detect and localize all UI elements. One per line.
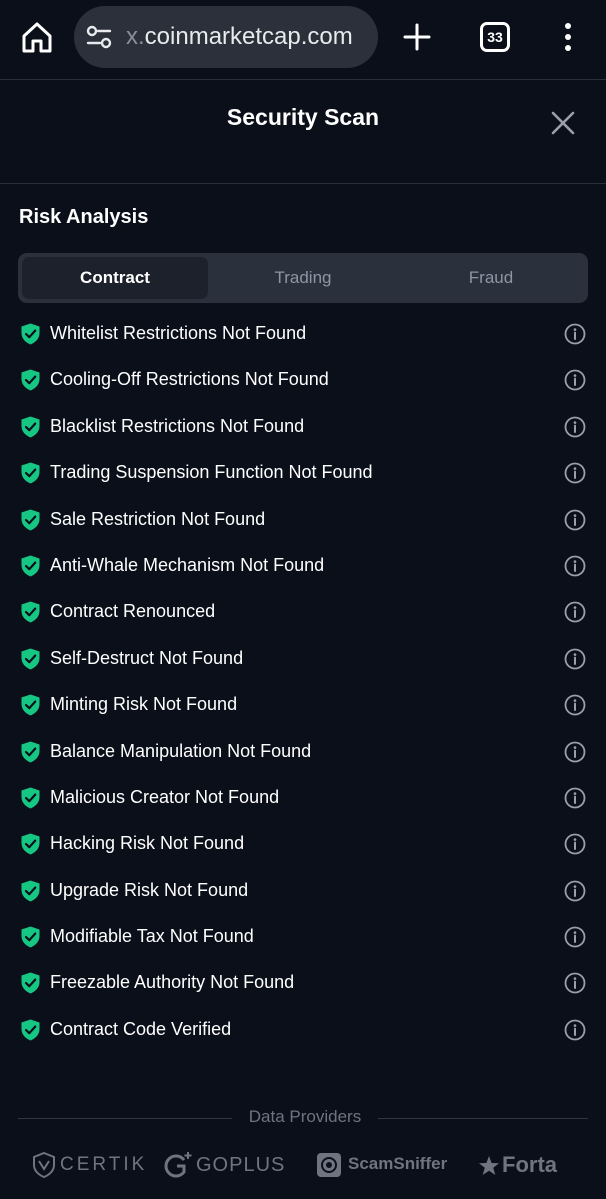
tab-contract[interactable]: Contract [22, 257, 208, 299]
risk-item: Upgrade Risk Not Found [0, 868, 606, 914]
scamsniffer-logo-text: ScamSniffer [348, 1154, 448, 1173]
divider-left [18, 1118, 232, 1119]
info-icon[interactable] [564, 416, 586, 438]
info-icon[interactable] [564, 1019, 586, 1041]
shield-check-icon [21, 926, 40, 948]
info-icon[interactable] [564, 787, 586, 809]
risk-item: Contract Code Verified [0, 1007, 606, 1053]
close-icon[interactable] [548, 108, 578, 138]
risk-item: Balance Manipulation Not Found [0, 729, 606, 775]
risk-item: Hacking Risk Not Found [0, 821, 606, 867]
header-divider [0, 183, 606, 184]
shield-check-icon [21, 416, 40, 438]
risk-item: Cooling-Off Restrictions Not Found [0, 357, 606, 403]
browser-toolbar: x.coinmarketcap.com 33 [0, 0, 606, 80]
info-icon[interactable] [564, 648, 586, 670]
shield-check-icon [21, 741, 40, 763]
risk-item-label: Cooling-Off Restrictions Not Found [50, 369, 329, 390]
risk-item: Blacklist Restrictions Not Found [0, 404, 606, 450]
certik-shield-icon [33, 1151, 55, 1179]
forta-logo: Forta [478, 1150, 572, 1180]
risk-tabs: Contract Trading Fraud [18, 253, 588, 303]
risk-item-label: Hacking Risk Not Found [50, 833, 245, 854]
url-domain: coinmarketcap.com [144, 23, 353, 50]
certik-logo-text: CERTIK [60, 1154, 148, 1175]
risk-item-label: Malicious Creator Not Found [50, 786, 280, 807]
shield-check-icon [21, 694, 40, 716]
risk-item: Modifiable Tax Not Found [0, 914, 606, 960]
data-providers-header: Data Providers [18, 1106, 588, 1130]
risk-item-label: Blacklist Restrictions Not Found [50, 415, 305, 436]
shield-check-icon [21, 787, 40, 809]
shield-check-icon [21, 972, 40, 994]
risk-list: Whitelist Restrictions Not Found Cooling-… [0, 311, 606, 1053]
scamsniffer-logo: ScamSniffer [316, 1150, 448, 1180]
new-tab-icon[interactable] [402, 22, 432, 52]
risk-item-label: Whitelist Restrictions Not Found [50, 323, 307, 343]
shield-check-icon [21, 648, 40, 670]
goplus-logo: GOPLUS [162, 1150, 286, 1180]
shield-check-icon [21, 601, 40, 623]
risk-item-label: Trading Suspension Function Not Found [50, 462, 373, 483]
risk-item: Anti-Whale Mechanism Not Found [0, 543, 606, 589]
risk-item: Contract Renounced [0, 589, 606, 635]
risk-item-label: Minting Risk Not Found [50, 694, 238, 715]
info-icon[interactable] [564, 323, 586, 345]
url-prefix: x. [126, 23, 145, 50]
shield-check-icon [21, 833, 40, 855]
site-settings-icon[interactable] [86, 24, 112, 50]
risk-item: Trading Suspension Function Not Found [0, 450, 606, 496]
risk-item-label: Contract Code Verified [50, 1018, 232, 1039]
tab-switcher-button[interactable]: 33 [480, 22, 510, 52]
info-icon[interactable] [564, 369, 586, 391]
info-icon[interactable] [564, 926, 586, 948]
risk-item-label: Upgrade Risk Not Found [50, 879, 249, 900]
home-icon[interactable] [20, 20, 54, 54]
certik-logo: CERTIK [32, 1150, 144, 1180]
risk-item: Sale Restriction Not Found [0, 497, 606, 543]
modal-title: Security Scan [226, 104, 380, 130]
shield-check-icon [21, 462, 40, 484]
data-providers-title: Data Providers [248, 1107, 362, 1126]
risk-item-label: Modifiable Tax Not Found [50, 926, 254, 947]
info-icon[interactable] [564, 972, 586, 994]
info-icon[interactable] [564, 833, 586, 855]
more-menu-icon[interactable] [560, 22, 576, 52]
risk-item: Freezable Authority Not Found [0, 960, 606, 1006]
shield-check-icon [21, 323, 40, 345]
info-icon[interactable] [564, 462, 586, 484]
risk-item: Whitelist Restrictions Not Found [0, 311, 606, 357]
info-icon[interactable] [564, 880, 586, 902]
risk-item-label: Sale Restriction Not Found [50, 508, 266, 529]
tab-fraud[interactable]: Fraud [398, 257, 584, 299]
tab-trading[interactable]: Trading [208, 257, 398, 299]
section-title: Risk Analysis [19, 206, 149, 228]
address-bar[interactable]: x.coinmarketcap.com [74, 6, 378, 68]
info-icon[interactable] [564, 601, 586, 623]
scamsniffer-icon [317, 1153, 341, 1177]
shield-check-icon [21, 509, 40, 531]
shield-check-icon [21, 555, 40, 577]
risk-item-label: Balance Manipulation Not Found [50, 740, 312, 761]
forta-star-icon [479, 1156, 499, 1175]
forta-logo-text: Forta [502, 1152, 557, 1177]
risk-item: Minting Risk Not Found [0, 682, 606, 728]
divider-right [378, 1118, 588, 1119]
url-text: x.coinmarketcap.com [126, 23, 370, 51]
shield-check-icon [21, 1019, 40, 1041]
risk-item: Malicious Creator Not Found [0, 775, 606, 821]
info-icon[interactable] [564, 741, 586, 763]
info-icon[interactable] [564, 509, 586, 531]
info-icon[interactable] [564, 555, 586, 577]
risk-item-label: Contract Renounced [50, 601, 216, 622]
shield-check-icon [21, 369, 40, 391]
risk-item-label: Self-Destruct Not Found [50, 647, 244, 668]
shield-check-icon [21, 880, 40, 902]
risk-item-label: Anti-Whale Mechanism Not Found [50, 554, 325, 575]
goplus-logo-text: GOPLUS [196, 1154, 286, 1176]
risk-item-label: Freezable Authority Not Found [50, 972, 295, 993]
info-icon[interactable] [564, 694, 586, 716]
risk-item: Self-Destruct Not Found [0, 636, 606, 682]
goplus-icon [164, 1152, 192, 1178]
